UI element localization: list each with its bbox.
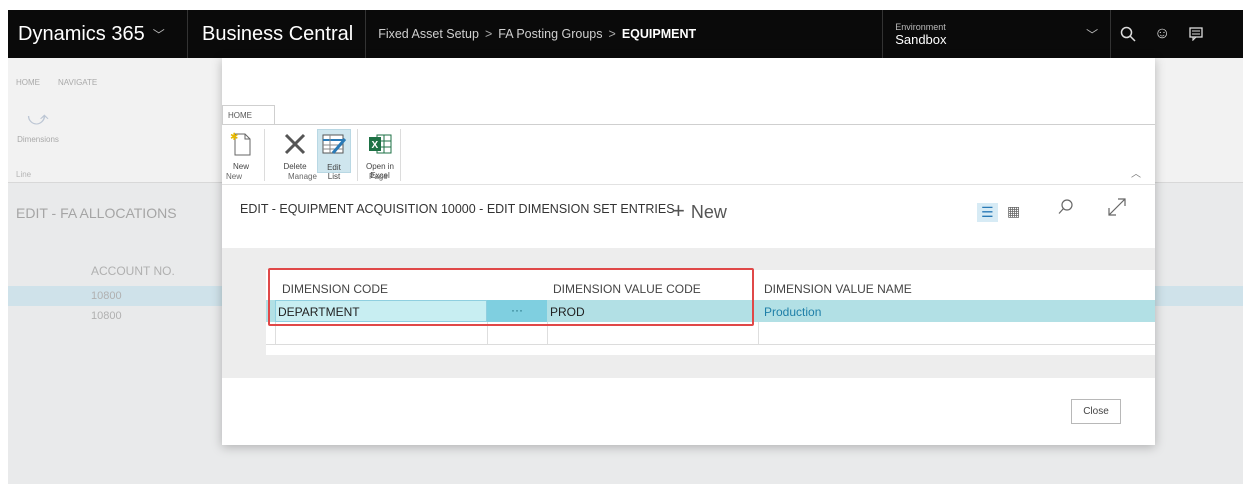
edit-list-label-line-2: List [327,172,341,181]
background-tab-home: HOME [16,78,40,87]
close-button[interactable]: Close [1071,399,1121,424]
dimensions-icon: ⤻ [27,108,49,130]
new-action-label: New [690,202,727,222]
product-switcher[interactable]: Dynamics 365 ﹀ [8,10,188,58]
open-in-excel-label: Open in [365,162,395,171]
environment-value: Sandbox [895,31,947,47]
grid-divider [266,344,1155,345]
group-divider [264,129,265,181]
chevron-down-icon: ﹀ [1086,28,1099,42]
grid-divider [758,322,759,344]
background-cell: 10800 [91,290,122,302]
list-view-icon[interactable]: ☰ [977,203,998,222]
dimensions-label: Dimensions [17,135,59,144]
new-action[interactable]: + New [672,198,727,224]
edit-dimension-set-entries-dialog: HOME ✱ New Delete Edit List X Open in Ex… [222,58,1155,445]
edit-list-icon [318,130,350,160]
app-name[interactable]: Business Central [188,10,367,58]
top-nav-bar: Dynamics 365 ﹀ Business Central Fixed As… [8,10,1243,58]
background-group-line: Line [16,170,32,179]
product-name: Dynamics 365 [18,22,145,45]
background-tab-navigate: NAVIGATE [58,78,98,87]
search-icon[interactable] [1058,199,1074,220]
breadcrumb-current: EQUIPMENT [621,27,697,41]
chevron-right-icon: > [608,27,616,41]
background-cell: 10800 [91,310,122,322]
group-label-manage: Manage [288,172,317,181]
chevron-right-icon: > [484,27,493,41]
excel-icon: X [363,129,397,159]
svg-text:✱: ✱ [230,132,238,143]
highlight-annotation-box [268,268,754,326]
environment-switcher[interactable]: Environment Sandbox ﹀ [883,10,1112,58]
new-document-icon: ✱ [224,129,258,159]
group-label-new: New [226,172,243,181]
chevron-down-icon: ﹀ [152,27,165,42]
group-label-page: Page [369,172,388,181]
edit-list-button[interactable]: Edit List [317,129,351,181]
search-icon[interactable] [1111,10,1145,58]
group-divider [357,129,358,181]
plus-icon: + [672,198,685,223]
dimension-value-name-link[interactable]: Production [764,305,821,319]
delete-button[interactable]: Delete [278,129,312,171]
edit-list-label: Edit [327,163,341,172]
group-divider [400,129,401,181]
ribbon-body: ✱ New Delete Edit List X Open in Excel N… [222,124,1155,185]
background-dimensions-button: ⤻ Dimensions [8,108,68,144]
new-button[interactable]: ✱ New [224,129,258,171]
svg-text:X: X [372,140,379,151]
collapse-ribbon-icon[interactable]: ︿ [1131,165,1141,180]
breadcrumb-item[interactable]: Fixed Asset Setup [378,27,479,41]
ribbon: HOME ✱ New Delete Edit List X Open in Ex… [222,58,1155,185]
breadcrumb-item[interactable]: FA Posting Groups [498,27,602,41]
chat-icon[interactable] [1179,10,1213,58]
tile-view-icon[interactable]: ▦ [1007,203,1020,220]
background-title: EDIT - FA ALLOCATIONS [16,205,177,221]
new-button-label: New [232,162,249,171]
dialog-title: EDIT - EQUIPMENT ACQUISITION 10000 - EDI… [240,202,675,216]
delete-x-icon [278,129,312,159]
tab-home[interactable]: HOME [222,105,275,125]
background-column-header: ACCOUNT NO. [91,264,175,278]
delete-button-label: Delete [283,162,307,171]
environment-label: Environment [895,21,946,32]
smiley-feedback-icon[interactable]: ☺ [1145,10,1179,58]
dimension-set-grid: DIMENSION CODE DIMENSION VALUE CODE DIME… [222,248,1155,378]
breadcrumb: Fixed Asset Setup > FA Posting Groups > … [366,10,884,58]
expand-icon[interactable] [1107,197,1127,222]
column-header-dimension-value-name[interactable]: DIMENSION VALUE NAME [764,282,912,296]
